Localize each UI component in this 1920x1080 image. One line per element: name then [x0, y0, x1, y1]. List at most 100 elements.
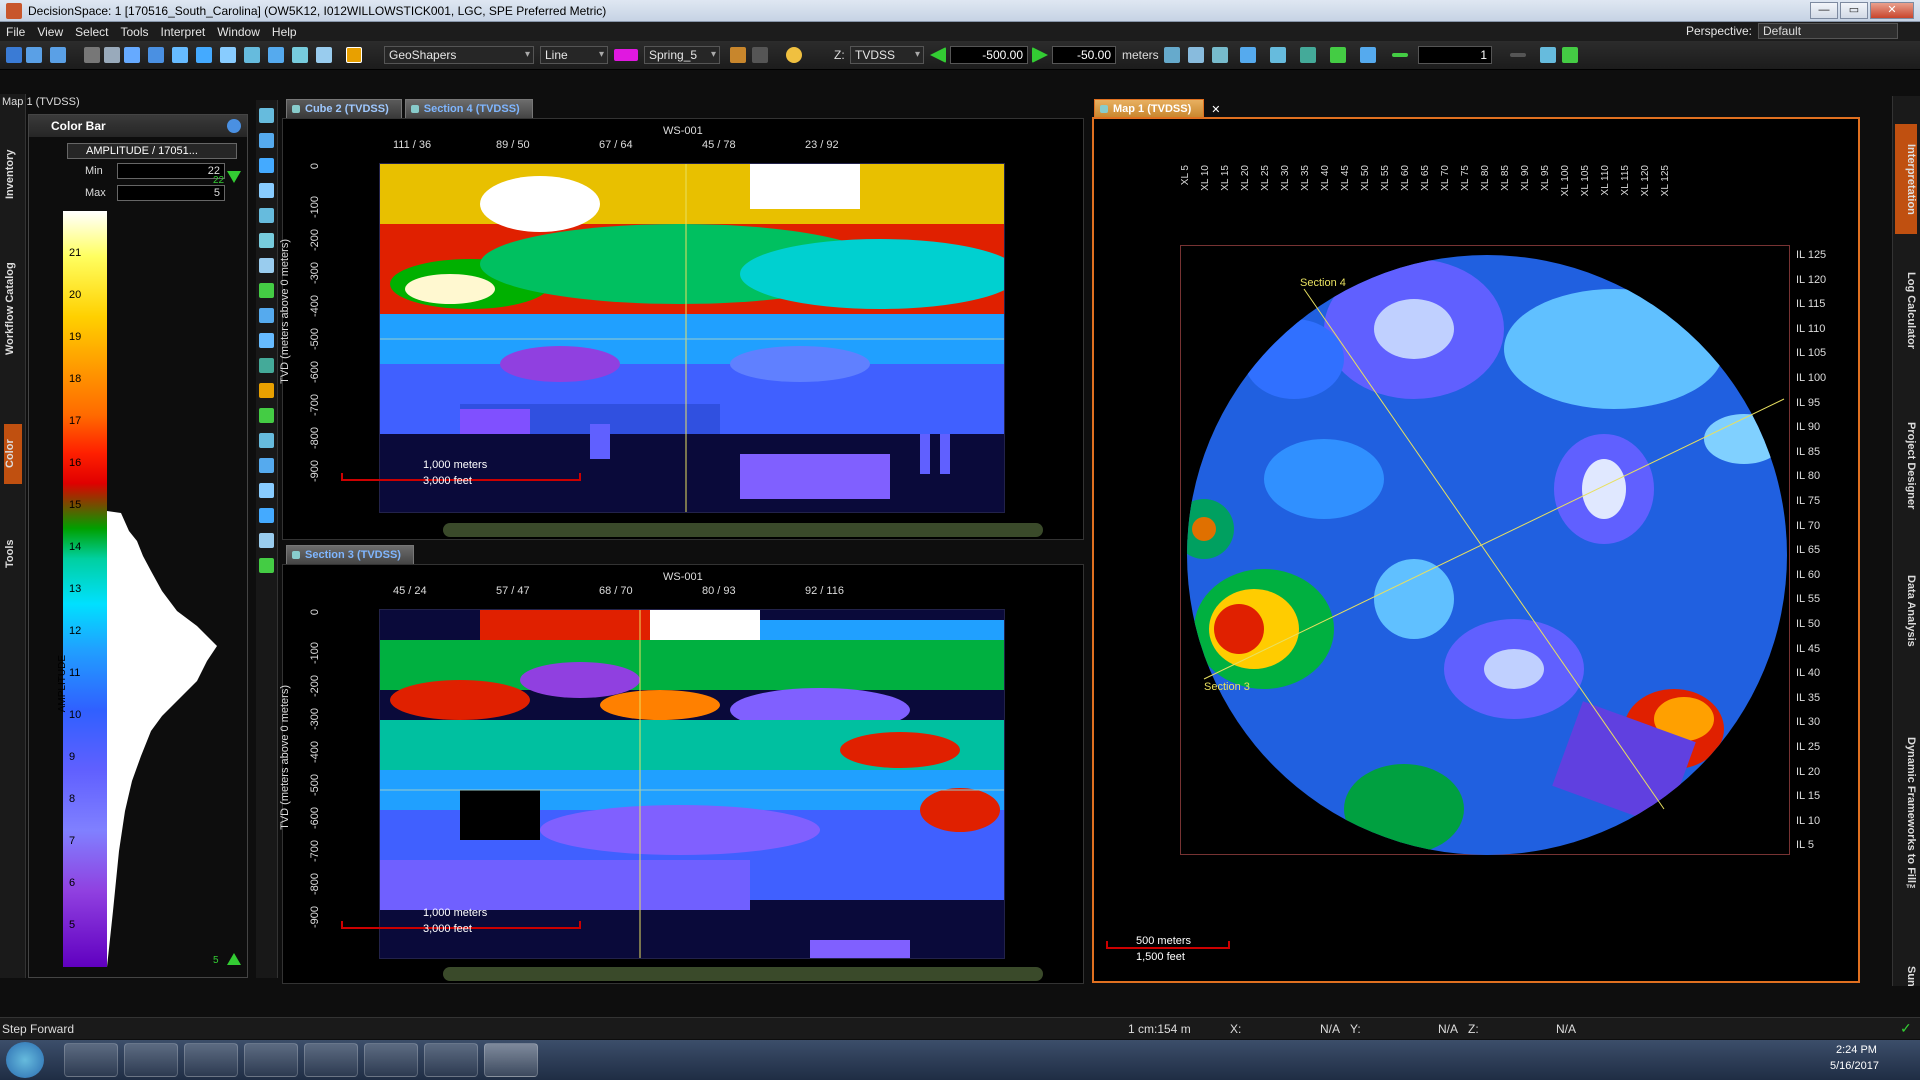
tool-d-icon[interactable] — [1240, 47, 1256, 63]
z-step-input[interactable]: -50.00 — [1052, 46, 1116, 64]
tool-a-icon[interactable] — [1164, 47, 1180, 63]
min-input[interactable]: 22 — [117, 163, 225, 179]
tab-dynamic-frameworks[interactable]: Dynamic Frameworks to Fill™ — [1895, 676, 1917, 956]
line-width-icon[interactable] — [1392, 53, 1408, 57]
menu-window[interactable]: Window — [211, 25, 266, 39]
tool-f-icon[interactable] — [1300, 47, 1316, 63]
measure-icon[interactable] — [148, 47, 164, 63]
paste-icon[interactable] — [124, 47, 140, 63]
undo-icon[interactable] — [730, 47, 746, 63]
close-button[interactable]: ✕ — [1870, 2, 1914, 19]
crosshair-icon[interactable] — [1562, 47, 1578, 63]
taskbar-media-icon[interactable] — [184, 1043, 238, 1077]
side-tool-icon[interactable] — [259, 283, 274, 298]
side-tool-icon[interactable] — [259, 383, 274, 398]
map-tab-close-icon[interactable]: ✕ — [1207, 103, 1224, 118]
side-tool-icon[interactable] — [259, 333, 274, 348]
z-value-input[interactable]: -500.00 — [950, 46, 1028, 64]
camera-icon[interactable] — [316, 47, 332, 63]
menu-help[interactable]: Help — [266, 25, 303, 39]
section4-scrollbar[interactable] — [443, 523, 1043, 537]
step-back-icon[interactable] — [930, 47, 946, 63]
taskbar-chrome-icon[interactable] — [244, 1043, 298, 1077]
pan-icon[interactable] — [196, 47, 212, 63]
menu-view[interactable]: View — [31, 25, 69, 39]
z-domain-select[interactable]: TVDSS — [850, 46, 924, 64]
tab-section-4[interactable]: Section 4 (TVDSS) — [404, 99, 533, 118]
taskbar-app-icon[interactable] — [304, 1043, 358, 1077]
tab-data-analysis[interactable]: Data Analysis — [1895, 556, 1917, 666]
start-button[interactable] — [6, 1042, 44, 1078]
side-tool-icon[interactable] — [259, 208, 274, 223]
menu-tools[interactable]: Tools — [115, 25, 155, 39]
taskbar-explorer-icon[interactable] — [124, 1043, 178, 1077]
menu-file[interactable]: File — [0, 25, 31, 39]
tab-inventory[interactable]: Inventory — [4, 134, 22, 214]
tab-map-1[interactable]: Map 1 (TVDSS) — [1094, 99, 1205, 118]
geoshapers-select[interactable]: GeoShapers — [384, 46, 534, 64]
tab-section-3[interactable]: Section 3 (TVDSS) — [286, 545, 414, 564]
save-icon[interactable] — [50, 47, 66, 63]
side-tool-icon[interactable] — [259, 408, 274, 423]
taskbar-paint-icon[interactable] — [424, 1043, 478, 1077]
section3-scrollbar[interactable] — [443, 967, 1043, 981]
tab-cube-2[interactable]: Cube 2 (TVDSS) — [286, 99, 402, 118]
stack-icon[interactable] — [268, 47, 284, 63]
step-forward-icon[interactable] — [1032, 47, 1048, 63]
annotate-icon[interactable] — [292, 47, 308, 63]
side-tool-icon[interactable] — [259, 158, 274, 173]
tab-tools[interactable]: Tools — [4, 524, 22, 584]
color-swatch[interactable] — [614, 49, 638, 61]
side-tool-icon[interactable] — [259, 183, 274, 198]
line-style-select[interactable]: Line — [540, 46, 608, 64]
count-input[interactable]: 1 — [1418, 46, 1492, 64]
maximize-button[interactable]: ▭ — [1840, 2, 1868, 19]
open-icon[interactable] — [26, 47, 42, 63]
side-tool-icon[interactable] — [259, 483, 274, 498]
side-tool-icon[interactable] — [259, 508, 274, 523]
side-tool-icon[interactable] — [259, 533, 274, 548]
help-icon[interactable] — [227, 119, 241, 133]
colormap-select[interactable]: Spring_5 — [644, 46, 720, 64]
taskbar-glass-icon[interactable] — [364, 1043, 418, 1077]
tool-c-icon[interactable] — [1212, 47, 1228, 63]
tab-color[interactable]: Color — [4, 424, 22, 484]
tab-interpretation[interactable]: Interpretation — [1895, 124, 1917, 234]
new-icon[interactable] — [6, 47, 22, 63]
side-tool-icon[interactable] — [259, 558, 274, 573]
perspective-select[interactable]: Default — [1758, 23, 1898, 39]
cut-icon[interactable] — [84, 47, 100, 63]
max-input[interactable]: 5 — [117, 185, 225, 201]
tool-b-icon[interactable] — [1188, 47, 1204, 63]
tool-h-icon[interactable] — [1360, 47, 1376, 63]
taskbar-decisionspace-icon[interactable] — [484, 1043, 538, 1077]
menu-interpret[interactable]: Interpret — [155, 25, 212, 39]
copy-icon[interactable] — [104, 47, 120, 63]
slider-icon[interactable] — [1510, 53, 1526, 57]
pick-icon[interactable] — [172, 47, 188, 63]
brush-icon[interactable] — [346, 47, 362, 63]
minimize-button[interactable]: — — [1810, 2, 1838, 19]
side-tool-icon[interactable] — [259, 308, 274, 323]
amplitude-map-image[interactable] — [1184, 249, 1790, 855]
section3-view[interactable]: WS-001 45 / 24 57 / 47 68 / 70 80 / 93 92 / … — [279, 564, 1084, 984]
section4-view[interactable]: WS-001 111 / 36 89 / 50 67 / 64 45 / 78 23 /… — [279, 118, 1084, 540]
side-tool-icon[interactable] — [259, 458, 274, 473]
side-tool-icon[interactable] — [259, 433, 274, 448]
side-tool-icon[interactable] — [259, 108, 274, 123]
zoom-window-icon[interactable] — [220, 47, 236, 63]
side-tool-icon[interactable] — [259, 233, 274, 248]
top-marker-icon[interactable] — [227, 171, 241, 183]
grid-icon[interactable] — [1540, 47, 1556, 63]
tool-e-icon[interactable] — [1270, 47, 1286, 63]
light-icon[interactable] — [786, 47, 802, 63]
map-view[interactable]: XL 5 XL 10 XL 15 XL 20 XL 25 XL 30 XL 35 XL 40 X… — [1092, 117, 1860, 983]
bottom-marker-icon[interactable] — [227, 953, 241, 965]
side-tool-icon[interactable] — [259, 258, 274, 273]
tab-log-calculator[interactable]: Log Calculator — [1895, 256, 1917, 366]
tab-project-designer[interactable]: Project Designer — [1895, 396, 1917, 536]
side-tool-icon[interactable] — [259, 133, 274, 148]
attribute-select[interactable]: AMPLITUDE / 17051... — [67, 143, 237, 159]
taskbar-ie-icon[interactable] — [64, 1043, 118, 1077]
side-tool-icon[interactable] — [259, 358, 274, 373]
